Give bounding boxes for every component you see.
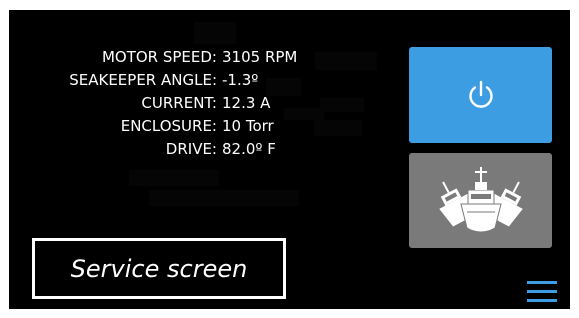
device-screen: MOTOR SPEED: 3105 RPM SEAKEEPER ANGLE: -… <box>9 10 570 309</box>
readout-value: 12.3 A <box>222 94 271 112</box>
redaction-block <box>149 190 299 206</box>
readout-enclosure: ENCLOSURE: 10 Torr <box>9 115 329 138</box>
redaction-block <box>194 22 236 44</box>
readout-current: CURRENT: 12.3 A <box>9 92 329 115</box>
service-screen-button[interactable]: Service screen <box>32 238 286 299</box>
readout-value: -1.3º <box>222 71 259 89</box>
readout-value: 82.0º F <box>222 140 276 158</box>
power-icon <box>468 80 493 108</box>
service-screen-label: Service screen <box>70 254 248 283</box>
readout-motor-speed: MOTOR SPEED: 3105 RPM <box>9 46 329 69</box>
menu-line <box>527 299 557 302</box>
boat-icon <box>438 166 523 232</box>
readout-seakeeper-angle: SEAKEEPER ANGLE: -1.3º <box>9 69 329 92</box>
redaction-block <box>129 170 219 186</box>
readout-value: 3105 RPM <box>222 48 298 66</box>
readout-label: MOTOR SPEED: <box>101 48 217 66</box>
status-readouts: MOTOR SPEED: 3105 RPM SEAKEEPER ANGLE: -… <box>9 46 329 161</box>
readout-label: SEAKEEPER ANGLE: <box>69 71 217 89</box>
power-button[interactable] <box>409 47 552 143</box>
menu-line <box>527 290 557 293</box>
hamburger-menu-icon[interactable] <box>527 281 557 303</box>
readout-drive: DRIVE: 82.0º F <box>9 138 329 161</box>
readout-label: DRIVE: <box>165 140 217 158</box>
boat-view-button[interactable] <box>409 153 552 248</box>
readout-value: 10 Torr <box>222 117 274 135</box>
readout-label: CURRENT: <box>141 94 217 112</box>
readout-label: ENCLOSURE: <box>120 117 217 135</box>
menu-line <box>527 281 557 284</box>
